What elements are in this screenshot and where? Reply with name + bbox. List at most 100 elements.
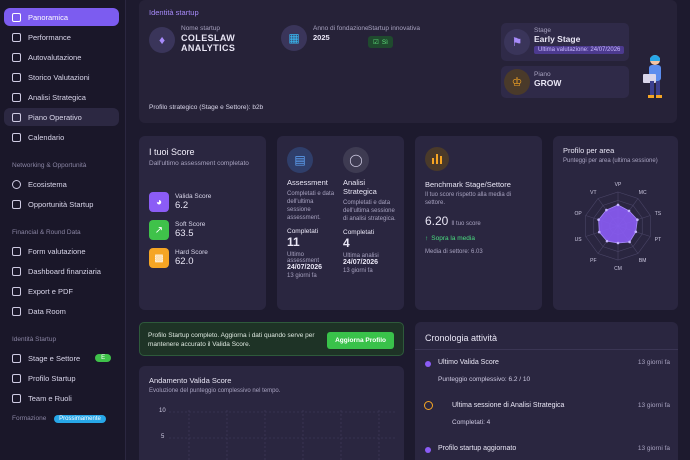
radar-point bbox=[597, 230, 601, 234]
crown-icon: ♔ bbox=[504, 69, 530, 95]
sidebar-item-label: Panoramica bbox=[28, 12, 69, 22]
export-icon bbox=[12, 286, 21, 296]
radar-point bbox=[616, 241, 620, 245]
sidebar-item-label: Team e Ruoli bbox=[28, 393, 72, 403]
strategic-block: Analisi Strategica Completati e data del… bbox=[343, 178, 397, 274]
y-tick: 5 bbox=[161, 434, 165, 440]
stage-note: Ultima valutazione: 24/07/2026 bbox=[534, 46, 625, 54]
strategic-desc: Completati e data dell'ultima sessione d… bbox=[343, 200, 396, 223]
flag-icon: ⚑ bbox=[504, 29, 530, 55]
strategic-last-date: 24/07/2026 bbox=[343, 259, 379, 267]
radar-axis-label: BM bbox=[639, 258, 647, 264]
calendar-icon: ▦ bbox=[281, 25, 307, 51]
assessment-last-label: Ultimo assessment bbox=[287, 252, 320, 265]
section-financial: Financial & Round Data bbox=[12, 229, 81, 236]
history-icon bbox=[12, 72, 21, 82]
radar-axis-label: OP bbox=[574, 211, 582, 217]
sidebar-item-label: Piano Operativo bbox=[28, 112, 82, 122]
plan-value: GROW bbox=[534, 78, 562, 88]
assessment-count: 11 bbox=[287, 235, 300, 250]
timeline-item-detail: Punteggio complessivo: 6.2 / 10 bbox=[438, 376, 531, 383]
strategic-ago: 13 giorni fa bbox=[343, 268, 373, 275]
benchmark-title: Benchmark Stage/Settore bbox=[425, 180, 511, 189]
assessment-desc: Completati e data dell'ultima sessione a… bbox=[287, 191, 335, 222]
sidebar-item-label: Ecosistema bbox=[28, 179, 67, 189]
update-profile-button[interactable]: Aggiorna Profilo bbox=[327, 332, 394, 349]
dashboard-icon bbox=[12, 266, 21, 276]
sidebar-item-dataroom[interactable]: Data Room bbox=[4, 302, 119, 320]
radar-card: Profilo per area Punteggi per area (ulti… bbox=[553, 136, 678, 310]
sidebar-item-label: Stage e Settore bbox=[28, 353, 81, 363]
sidebar-item-opportunita[interactable]: Opportunità Startup bbox=[4, 195, 119, 213]
radar-axis-label: VT bbox=[590, 190, 596, 196]
timeline-card: Cronologia attività Ultimo Valida Score … bbox=[415, 322, 678, 460]
bulb-icon bbox=[424, 401, 433, 410]
sidebar-item-piano[interactable]: Piano Operativo bbox=[4, 108, 119, 126]
sidebar-item-storico[interactable]: Storico Valutazioni bbox=[4, 68, 119, 86]
bulb-icon bbox=[12, 373, 21, 383]
sidebar-item-stage[interactable]: Stage e Settore E bbox=[4, 349, 119, 367]
checklist-icon bbox=[12, 52, 21, 62]
sidebar-item-dashboard[interactable]: Dashboard finanziaria bbox=[4, 262, 119, 280]
section-identity: Identità Startup bbox=[12, 336, 57, 343]
strategic-count: 4 bbox=[343, 236, 350, 251]
score-value: 6.2 bbox=[175, 200, 189, 211]
sidebar-item-panoramica[interactable]: Panoramica bbox=[4, 8, 119, 26]
assessment-title: Assessment bbox=[287, 178, 328, 187]
sidebar-item-label: Opportunità Startup bbox=[28, 199, 94, 209]
score-label: Hard Score bbox=[175, 249, 208, 256]
section-label: Formazione bbox=[12, 415, 47, 422]
scores-card: I tuoi Score Dall'ultimo assessment comp… bbox=[139, 136, 266, 310]
section-formazione: Formazione Prossimamente bbox=[0, 415, 125, 423]
score-value: 62.0 bbox=[175, 256, 194, 267]
radar-axis-label: PT bbox=[655, 237, 661, 243]
score-label: Valida Score bbox=[175, 193, 212, 200]
assessment-ago: 13 giorni fa bbox=[287, 273, 317, 280]
score-label: Soft Score bbox=[175, 221, 206, 228]
assessment-last-date: 24/07/2026 bbox=[287, 264, 323, 272]
bars-icon bbox=[425, 147, 449, 171]
score-soft: ↗ Soft Score 63.5 bbox=[149, 220, 205, 240]
plan-panel: ♔ Piano GROW bbox=[501, 66, 629, 98]
globe-icon bbox=[12, 179, 21, 189]
sidebar-item-form[interactable]: Form valutazione bbox=[4, 242, 119, 260]
profile-banner: Profilo Startup completo. Aggiorna i dat… bbox=[139, 322, 404, 356]
benchmark-desc: Il tuo score rispetto alla media di sett… bbox=[425, 192, 512, 207]
radar-axis-label: CM bbox=[614, 266, 622, 272]
radar-point bbox=[616, 203, 620, 207]
radar-chart: VP MC TS PT BM CM PF US OP VT bbox=[574, 182, 662, 272]
innovative-badge: ☑ Sì bbox=[368, 36, 393, 48]
strategic-count-label: Completati bbox=[343, 229, 375, 237]
plan-label: Piano bbox=[534, 71, 551, 78]
sidebar-item-performance[interactable]: Performance bbox=[4, 28, 119, 46]
person-illustration bbox=[643, 55, 662, 98]
sidebar-item-label: Calendario bbox=[28, 132, 65, 142]
radar-point bbox=[605, 239, 609, 243]
sidebar-item-label: Analisi Strategica bbox=[28, 92, 86, 102]
radar-point bbox=[636, 218, 639, 221]
name-label: Nome startup bbox=[181, 25, 221, 32]
scores-subtitle: Dall'ultimo assessment completato bbox=[149, 160, 249, 167]
sidebar-item-calendario[interactable]: Calendario bbox=[4, 128, 119, 146]
innovative-label: Startup innovativa bbox=[368, 25, 421, 32]
sidebar-item-analisi[interactable]: Analisi Strategica bbox=[4, 88, 119, 106]
sidebar-item-autovalutazione[interactable]: Autovalutazione bbox=[4, 48, 119, 66]
form-icon bbox=[12, 246, 21, 256]
trend-up-icon: ↗ bbox=[149, 220, 169, 240]
benchmark-status-text: Sopra la media bbox=[431, 235, 475, 242]
sidebar-item-export[interactable]: Export e PDF bbox=[4, 282, 119, 300]
sidebar-item-profilo[interactable]: Profilo Startup bbox=[4, 369, 119, 387]
benchmark-avg: Media di settore: 6.03 bbox=[425, 249, 483, 255]
trend-grid bbox=[169, 410, 395, 460]
timeline-item-title: Ultima sessione di Analisi Strategica bbox=[452, 402, 565, 409]
bulb-icon bbox=[12, 92, 21, 102]
radar-title: Profilo per area bbox=[563, 146, 615, 155]
sidebar-item-label: Dashboard finanziaria bbox=[28, 266, 101, 276]
timeline-item-title: Profilo startup aggiornato bbox=[438, 445, 517, 452]
innovative-value: Sì bbox=[381, 38, 388, 46]
sidebar-item-ecosistema[interactable]: Ecosistema bbox=[4, 175, 119, 193]
founded-label: Anno di fondazione bbox=[313, 25, 369, 32]
sidebar-item-team[interactable]: Team e Ruoli bbox=[4, 389, 119, 407]
radar-axis-label: TS bbox=[655, 211, 662, 217]
radar-point bbox=[627, 209, 631, 213]
